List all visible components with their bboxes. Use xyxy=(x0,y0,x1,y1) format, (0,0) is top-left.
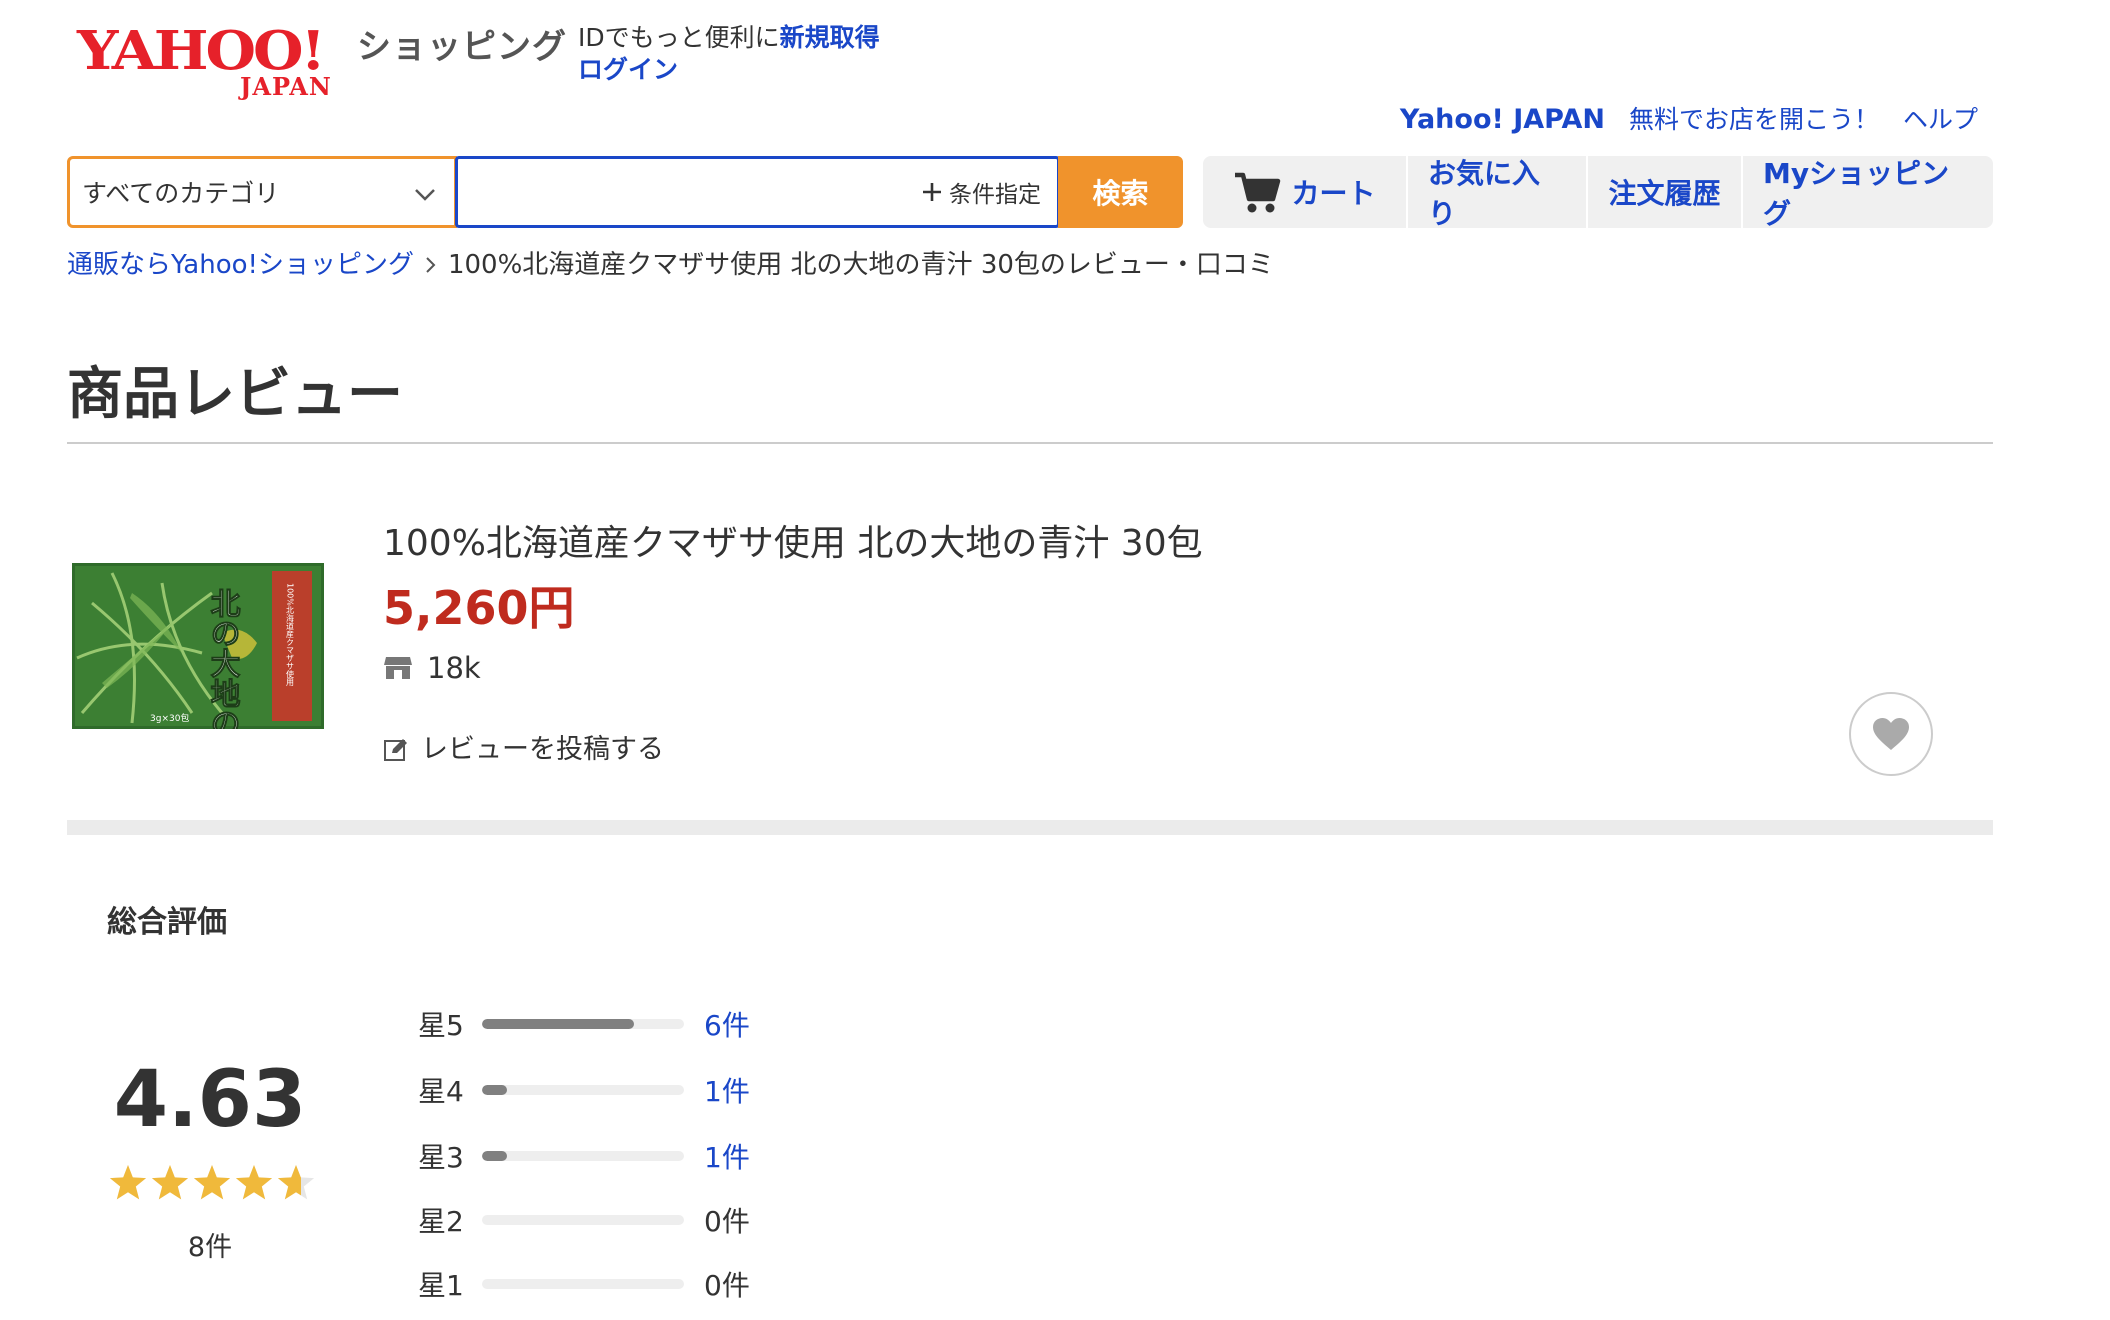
package-main-text: 北の大地の青汁 xyxy=(205,588,241,729)
rating-row-2: 星2 0件 xyxy=(418,1198,750,1242)
logo-wordmark: YAHOO! xyxy=(77,19,326,82)
nav-order-history[interactable]: 注文履歴 xyxy=(1588,156,1743,228)
favorite-button[interactable] xyxy=(1849,692,1933,776)
rating-row-count[interactable]: 6件 xyxy=(704,1004,750,1044)
heart-icon xyxy=(1873,718,1909,750)
star-icon xyxy=(151,1165,189,1200)
chevron-right-icon xyxy=(426,257,436,273)
rating-row-label: 星5 xyxy=(418,1009,464,1042)
rating-row-label: 星1 xyxy=(418,1269,464,1302)
write-review-label: レビューを投稿する xyxy=(421,734,664,765)
product-price: 5,260円 xyxy=(383,581,575,635)
category-select-value: すべてのカテゴリ xyxy=(82,179,280,208)
rating-bar xyxy=(482,1019,684,1029)
edit-icon xyxy=(384,739,407,761)
rating-row-count[interactable]: 1件 xyxy=(704,1136,750,1176)
open-store-link[interactable]: 無料でお店を開こう！ xyxy=(1629,100,1879,140)
store-count: 18k xyxy=(427,651,481,685)
service-name[interactable]: ショッピング xyxy=(357,22,567,72)
star-icon xyxy=(235,1165,273,1200)
top-links: Yahoo! JAPAN 無料でお店を開こう！ ヘルプ xyxy=(1400,100,1978,140)
breadcrumb-current: 100%北海道産クマザサ使用 北の大地の青汁 30包のレビュー・口コミ xyxy=(447,250,1274,280)
rating-row-count: 0件 xyxy=(704,1269,750,1302)
rating-bar-fill xyxy=(482,1085,508,1095)
rating-row-count: 0件 xyxy=(704,1205,750,1238)
yahoo-japan-link[interactable]: Yahoo! JAPAN xyxy=(1400,100,1605,140)
search-box: 条件指定 xyxy=(455,156,1060,228)
rating-row-label: 星3 xyxy=(418,1141,464,1174)
search-input[interactable] xyxy=(468,159,848,219)
package-bottom-text: 3g×30包 xyxy=(150,712,189,724)
register-link[interactable]: 新規取得 xyxy=(780,23,880,52)
nav-cart[interactable]: カート xyxy=(1203,156,1408,228)
cart-icon xyxy=(1235,172,1281,213)
category-select[interactable]: すべてのカテゴリ xyxy=(67,156,457,228)
rating-bar xyxy=(482,1151,684,1161)
product-image[interactable]: 100%北海道産クマザサ使用 北の大地の青汁 3g×30包 xyxy=(72,563,324,799)
breadcrumb: 通販ならYahoo!ショッピング 100%北海道産クマザサ使用 北の大地の青汁 … xyxy=(67,245,1274,285)
rating-row-4: 星4 1件 xyxy=(418,1068,750,1112)
star-icon xyxy=(193,1165,231,1200)
product-name[interactable]: 100%北海道産クマザサ使用 北の大地の青汁 30包 xyxy=(383,518,1203,570)
plus-icon xyxy=(923,183,941,201)
rating-bar-fill xyxy=(482,1019,634,1029)
package-side-text: 100%北海道産クマザサ使用 xyxy=(286,583,295,687)
id-promo-text: IDでもっと便利に xyxy=(578,23,780,52)
store-info: 18k xyxy=(383,648,481,688)
nav-my-shopping[interactable]: Myショッピング xyxy=(1743,156,1993,230)
star-icon xyxy=(109,1165,147,1200)
average-score: 4.63 xyxy=(113,1055,307,1145)
rating-row-label: 星4 xyxy=(418,1075,464,1108)
condition-button[interactable]: 条件指定 xyxy=(921,175,1041,209)
breadcrumb-home[interactable]: 通販ならYahoo!ショッピング xyxy=(67,245,414,285)
overall-rating-label: 総合評価 xyxy=(107,905,227,940)
section-divider xyxy=(67,820,1993,835)
star-icon xyxy=(277,1165,315,1200)
user-nav: カート お気に入り 注文履歴 Myショッピング xyxy=(1203,156,1993,230)
search-button[interactable]: 検索 xyxy=(1058,156,1183,228)
store-icon xyxy=(384,657,412,679)
star-rating xyxy=(109,1165,315,1200)
write-review-link[interactable]: レビューを投稿する xyxy=(383,730,664,770)
rating-bar xyxy=(482,1215,684,1225)
rating-row-label: 星2 xyxy=(418,1205,464,1238)
login-link[interactable]: ログイン xyxy=(578,52,678,88)
rating-row-5: 星5 6件 xyxy=(418,1002,750,1046)
condition-label: 条件指定 xyxy=(949,182,1041,208)
rating-bar-fill xyxy=(482,1151,508,1161)
yahoo-japan-logo[interactable]: YAHOO! JAPAN xyxy=(77,19,357,101)
rating-bar xyxy=(482,1279,684,1289)
title-divider xyxy=(67,442,1993,444)
rating-bar xyxy=(482,1085,684,1095)
rating-row-1: 星1 0件 xyxy=(418,1262,750,1306)
nav-favorites[interactable]: お気に入り xyxy=(1408,156,1588,230)
id-promo: IDでもっと便利に新規取得 xyxy=(578,20,880,56)
rating-row-3: 星3 1件 xyxy=(418,1134,750,1178)
rating-row-count[interactable]: 1件 xyxy=(704,1070,750,1110)
review-total: 8件 xyxy=(187,1232,233,1263)
logo-subtext: JAPAN xyxy=(240,72,332,101)
nav-cart-label: カート xyxy=(1291,177,1376,210)
chevron-down-icon xyxy=(415,189,435,201)
page-title: 商品レビュー xyxy=(67,362,403,427)
help-link[interactable]: ヘルプ xyxy=(1903,100,1978,140)
